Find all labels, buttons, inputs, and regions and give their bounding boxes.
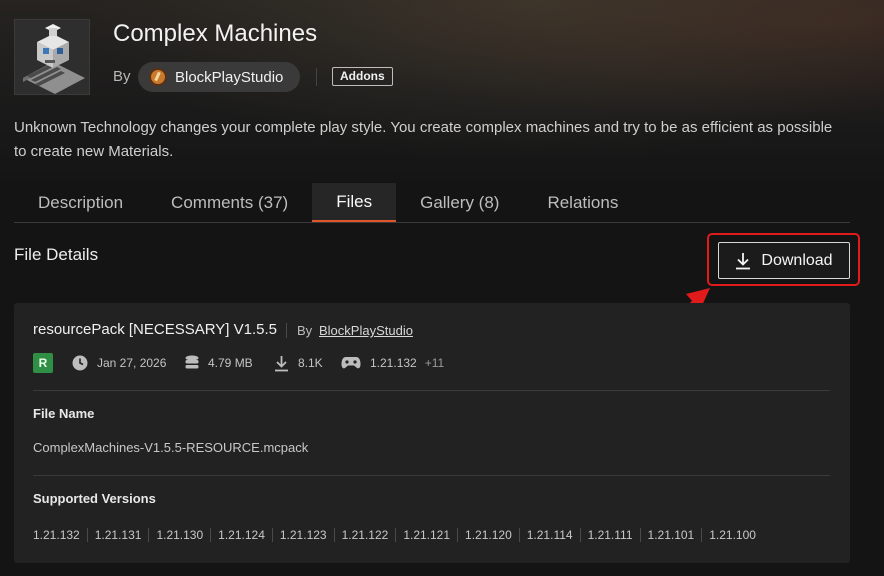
download-icon bbox=[736, 252, 751, 269]
file-card: resourcePack [NECESSARY] V1.5.5 By Block… bbox=[14, 303, 850, 563]
tab-relations[interactable]: Relations bbox=[523, 183, 642, 222]
download-button-label: Download bbox=[761, 251, 833, 269]
file-downloads-value: 8.1K bbox=[298, 356, 323, 370]
supported-versions-list: 1.21.132 1.21.131 1.21.130 1.21.124 1.21… bbox=[33, 528, 763, 542]
file-details-heading: File Details bbox=[14, 245, 99, 264]
supported-versions-label: Supported Versions bbox=[33, 491, 156, 506]
version-item: 1.21.114 bbox=[518, 528, 580, 542]
version-item: 1.21.131 bbox=[86, 528, 149, 542]
version-item: 1.21.122 bbox=[333, 528, 396, 542]
project-summary: Unknown Technology changes your complete… bbox=[14, 119, 833, 160]
version-item: 1.21.100 bbox=[701, 528, 763, 542]
version-item: 1.21.101 bbox=[639, 528, 702, 542]
author-avatar bbox=[149, 68, 167, 86]
file-name-value: ComplexMachines-V1.5.5-RESOURCE.mcpack bbox=[33, 440, 309, 455]
file-card-divider-1 bbox=[33, 390, 830, 391]
tab-gallery[interactable]: Gallery (8) bbox=[396, 183, 523, 222]
clock-icon bbox=[72, 355, 88, 371]
by-label: By bbox=[113, 68, 131, 85]
tab-files[interactable]: Files bbox=[312, 183, 397, 222]
file-by-label: By bbox=[297, 323, 313, 338]
file-game-version: 1.21.132 +11 bbox=[341, 353, 444, 373]
version-item: 1.21.121 bbox=[395, 528, 457, 542]
file-game-version-value: 1.21.132 bbox=[370, 356, 417, 370]
version-item: 1.21.124 bbox=[210, 528, 272, 542]
file-card-divider-2 bbox=[33, 475, 830, 476]
author-name: BlockPlayStudio bbox=[175, 68, 284, 86]
tab-description[interactable]: Description bbox=[14, 183, 147, 222]
tab-comments[interactable]: Comments (37) bbox=[147, 183, 312, 222]
release-type-badge: R bbox=[33, 353, 53, 373]
file-display-name: resourcePack [NECESSARY] V1.5.5 bbox=[33, 321, 277, 338]
file-size-value: 4.79 MB bbox=[208, 356, 253, 370]
download-count-icon bbox=[275, 355, 288, 371]
project-title: Complex Machines bbox=[113, 20, 318, 47]
meta-divider bbox=[316, 68, 317, 86]
file-game-version-more[interactable]: +11 bbox=[425, 356, 444, 370]
version-item: 1.21.123 bbox=[271, 528, 334, 542]
file-date-value: Jan 27, 2026 bbox=[97, 356, 167, 370]
file-author-link[interactable]: BlockPlayStudio bbox=[319, 323, 413, 338]
file-size: 4.79 MB bbox=[185, 353, 253, 373]
author-link[interactable]: BlockPlayStudio bbox=[138, 62, 300, 92]
project-tabs: Description Comments (37) Files Gallery … bbox=[14, 183, 850, 223]
gamepad-icon bbox=[341, 357, 361, 369]
version-item: 1.21.130 bbox=[148, 528, 210, 542]
file-date: Jan 27, 2026 bbox=[72, 353, 166, 373]
download-button[interactable]: Download bbox=[718, 242, 850, 279]
project-thumbnail bbox=[14, 19, 90, 95]
file-meta-divider bbox=[286, 323, 287, 338]
file-downloads: 8.1K bbox=[274, 353, 323, 373]
version-item: 1.21.132 bbox=[33, 528, 80, 542]
database-icon bbox=[185, 355, 199, 369]
category-badge[interactable]: Addons bbox=[332, 67, 393, 86]
version-item: 1.21.111 bbox=[579, 528, 640, 542]
file-name-label: File Name bbox=[33, 406, 95, 421]
version-item: 1.21.120 bbox=[457, 528, 519, 542]
